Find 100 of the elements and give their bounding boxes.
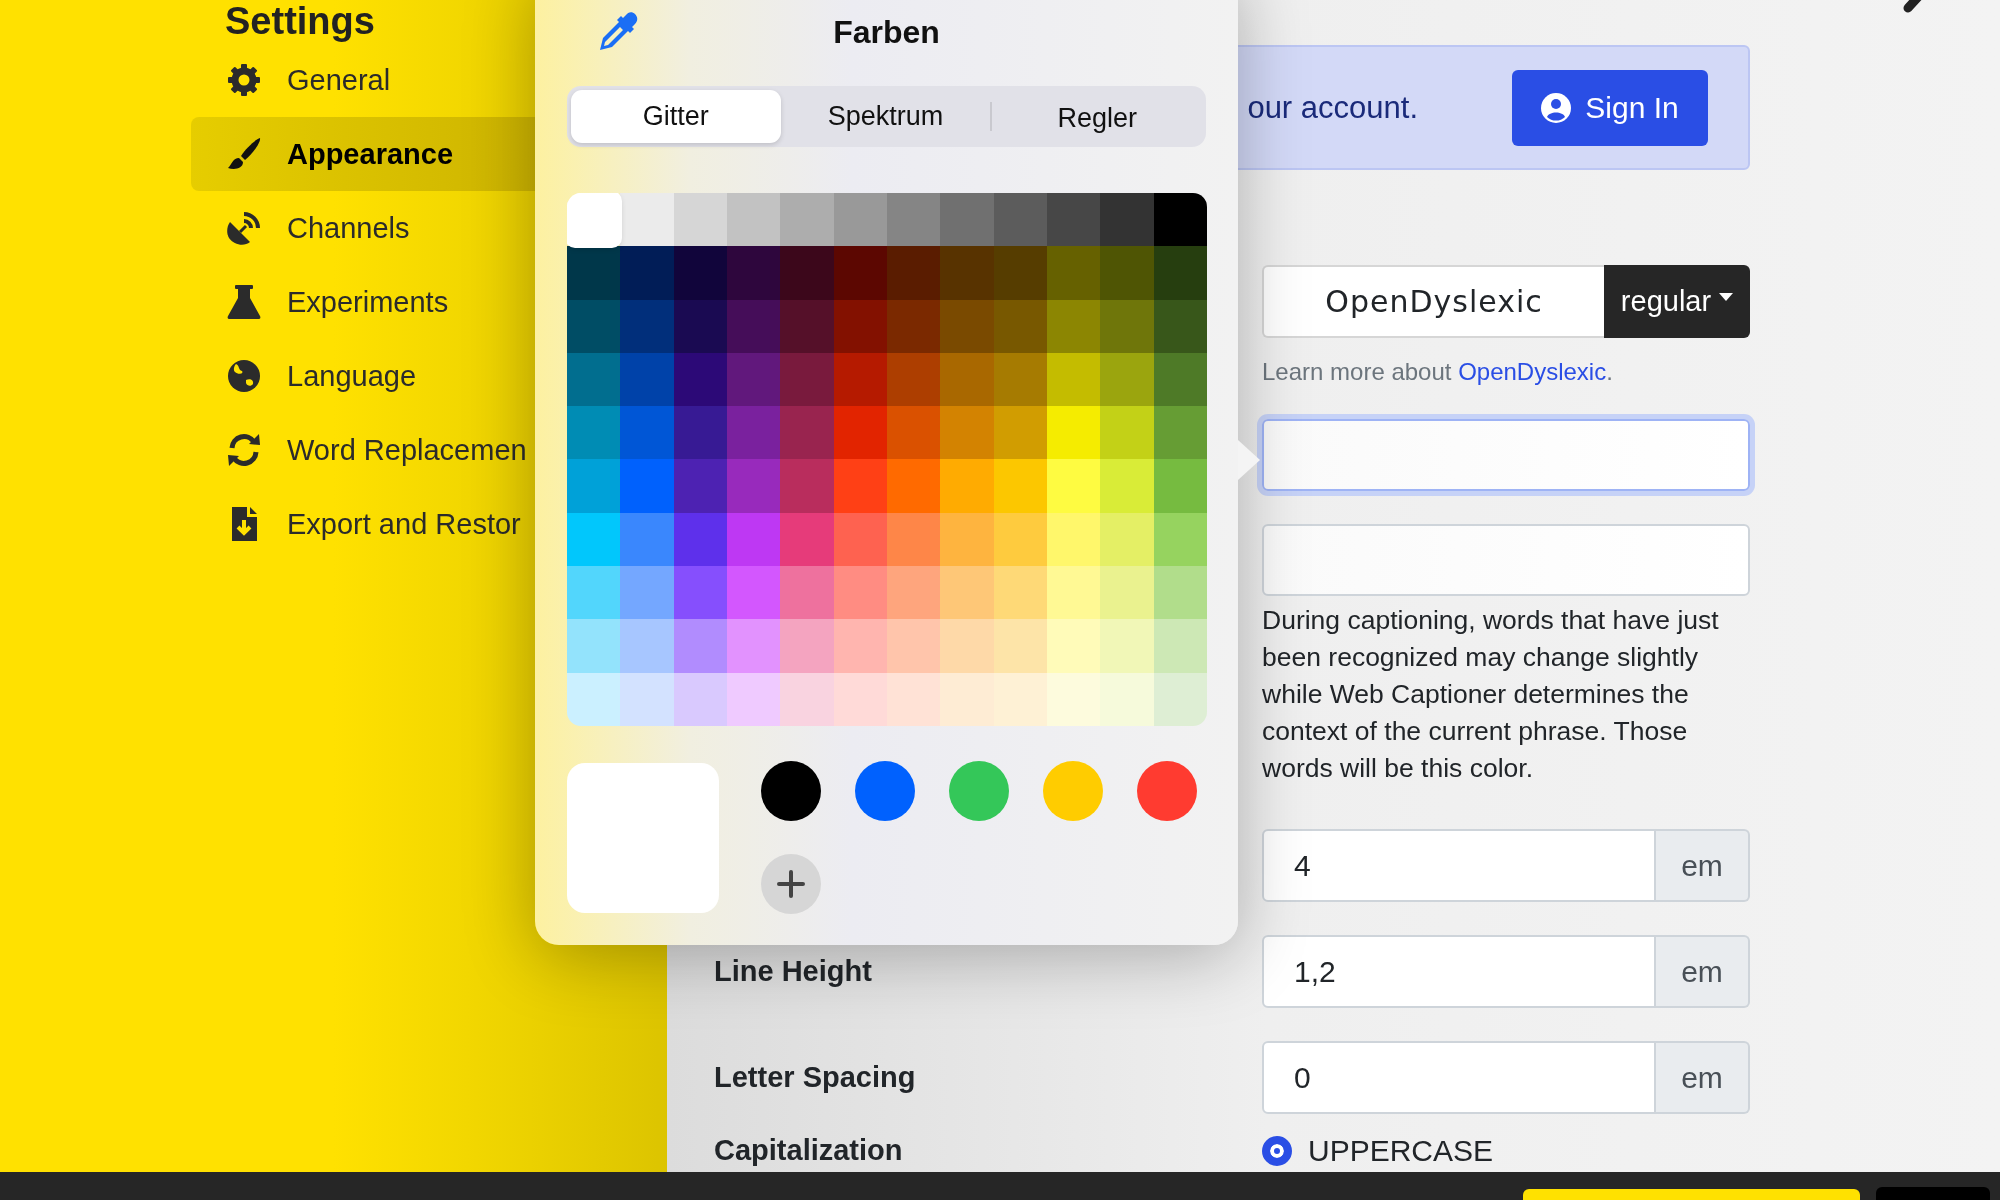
color-cell[interactable]: [833, 246, 887, 300]
color-cell[interactable]: [567, 193, 621, 247]
color-cell[interactable]: [1047, 459, 1101, 513]
color-cell[interactable]: [780, 246, 834, 300]
color-cell[interactable]: [727, 672, 781, 726]
color-cell[interactable]: [940, 352, 994, 407]
color-cell[interactable]: [727, 566, 781, 620]
color-cell[interactable]: [833, 459, 887, 513]
color-cell[interactable]: [833, 619, 887, 673]
color-cell[interactable]: [620, 299, 674, 353]
color-cell[interactable]: [567, 406, 621, 460]
color-cell[interactable]: [833, 512, 887, 567]
color-cell[interactable]: [727, 246, 781, 300]
color-cell[interactable]: [940, 406, 994, 460]
color-cell[interactable]: [993, 406, 1047, 460]
color-cell[interactable]: [1100, 193, 1154, 247]
color-cell[interactable]: [1100, 299, 1154, 353]
footer-button[interactable]: [1876, 1187, 1990, 1200]
color-cell[interactable]: [567, 512, 621, 567]
color-cell[interactable]: [1047, 406, 1101, 460]
color-cell[interactable]: [567, 299, 621, 353]
color-cell[interactable]: [620, 459, 674, 513]
color-cell[interactable]: [1153, 193, 1207, 247]
color-cell[interactable]: [1100, 459, 1154, 513]
color-cell[interactable]: [993, 193, 1047, 247]
color-cell[interactable]: [1153, 406, 1207, 460]
color-cell[interactable]: [1153, 619, 1207, 673]
color-cell[interactable]: [1100, 512, 1154, 567]
color-cell[interactable]: [1153, 246, 1207, 300]
font-variant-dropdown[interactable]: regular: [1604, 265, 1750, 338]
color-cell[interactable]: [887, 246, 941, 300]
sidebar-item[interactable]: Word Replacemen: [191, 413, 667, 487]
color-cell[interactable]: [1153, 299, 1207, 353]
color-cell[interactable]: [567, 352, 621, 407]
color-cell[interactable]: [1047, 619, 1101, 673]
color-cell[interactable]: [833, 672, 887, 726]
color-cell[interactable]: [727, 299, 781, 353]
color-cell[interactable]: [1047, 193, 1101, 247]
color-cell[interactable]: [887, 619, 941, 673]
segment-tab[interactable]: Spektrum: [780, 90, 991, 143]
footer-button[interactable]: [1523, 1189, 1860, 1200]
color-cell[interactable]: [780, 512, 834, 567]
color-cell[interactable]: [993, 512, 1047, 567]
color-cell[interactable]: [887, 299, 941, 353]
color-cell[interactable]: [833, 566, 887, 620]
color-cell[interactable]: [940, 459, 994, 513]
color-cell[interactable]: [1153, 352, 1207, 407]
color-cell[interactable]: [1100, 566, 1154, 620]
color-cell[interactable]: [940, 619, 994, 673]
color-cell[interactable]: [780, 352, 834, 407]
size-input[interactable]: 0: [1262, 1041, 1656, 1114]
sidebar-item[interactable]: Language: [191, 339, 667, 413]
color-cell[interactable]: [940, 299, 994, 353]
color-cell[interactable]: [940, 512, 994, 567]
color-cell[interactable]: [940, 193, 994, 247]
color-cell[interactable]: [620, 352, 674, 407]
color-cell[interactable]: [887, 352, 941, 407]
color-cell[interactable]: [887, 512, 941, 567]
color-cell[interactable]: [940, 246, 994, 300]
color-cell[interactable]: [1047, 672, 1101, 726]
sidebar-item[interactable]: Export and Restor: [191, 487, 667, 561]
color-cell[interactable]: [567, 566, 621, 620]
color-cell[interactable]: [887, 672, 941, 726]
color-cell[interactable]: [780, 459, 834, 513]
color-cell[interactable]: [993, 459, 1047, 513]
color-cell[interactable]: [833, 299, 887, 353]
color-cell[interactable]: [940, 672, 994, 726]
color-cell[interactable]: [1047, 352, 1101, 407]
size-input[interactable]: 4: [1262, 829, 1656, 902]
color-cell[interactable]: [833, 352, 887, 407]
color-cell[interactable]: [620, 619, 674, 673]
color-cell[interactable]: [1153, 566, 1207, 620]
color-cell[interactable]: [620, 406, 674, 460]
color-cell[interactable]: [727, 619, 781, 673]
color-cell[interactable]: [673, 352, 727, 407]
color-cell[interactable]: [567, 459, 621, 513]
color-cell[interactable]: [1047, 512, 1101, 567]
color-cell[interactable]: [567, 246, 621, 300]
color-cell[interactable]: [620, 512, 674, 567]
color-field[interactable]: [1262, 524, 1750, 596]
color-cell[interactable]: [833, 406, 887, 460]
color-cell[interactable]: [940, 566, 994, 620]
color-cell[interactable]: [1153, 459, 1207, 513]
color-cell[interactable]: [1100, 246, 1154, 300]
sign-in-button[interactable]: Sign In: [1512, 69, 1708, 146]
color-cell[interactable]: [727, 406, 781, 460]
color-cell[interactable]: [673, 193, 727, 247]
color-cell[interactable]: [993, 299, 1047, 353]
color-cell[interactable]: [1100, 672, 1154, 726]
color-cell[interactable]: [673, 672, 727, 726]
color-cell[interactable]: [993, 246, 1047, 300]
color-cell[interactable]: [727, 193, 781, 247]
size-input[interactable]: 1,2: [1262, 935, 1656, 1008]
sidebar-item[interactable]: Experiments: [191, 265, 667, 339]
color-cell[interactable]: [1100, 352, 1154, 407]
color-cell[interactable]: [1100, 619, 1154, 673]
color-cell[interactable]: [887, 459, 941, 513]
color-cell[interactable]: [993, 619, 1047, 673]
color-cell[interactable]: [1153, 672, 1207, 726]
color-cell[interactable]: [780, 672, 834, 726]
